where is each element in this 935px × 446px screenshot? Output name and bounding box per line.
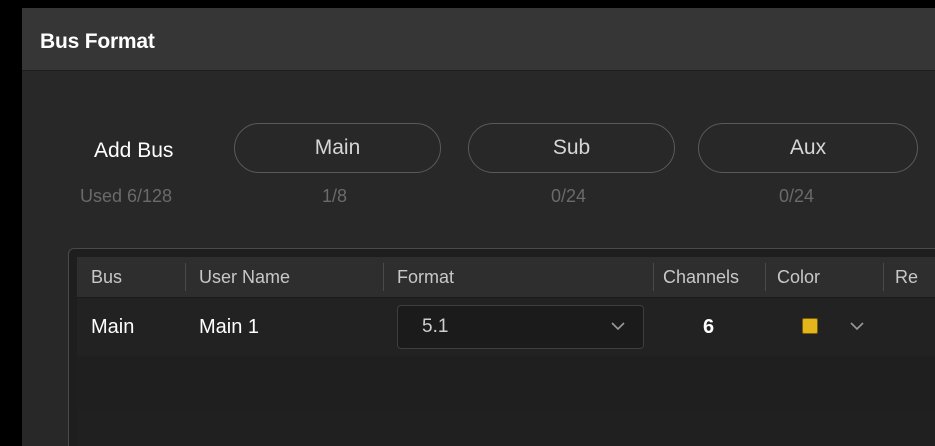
bus-usage-total: Used 6/128: [80, 186, 173, 206]
column-header-re[interactable]: Re: [895, 257, 918, 297]
column-divider[interactable]: [883, 263, 884, 291]
chevron-down-icon: [611, 322, 625, 331]
main-bus-count: 1/8: [322, 186, 348, 206]
channels-cell: 6: [703, 316, 715, 338]
format-value: 5.1: [422, 316, 449, 337]
format-dropdown[interactable]: 5.1: [397, 305, 644, 349]
sub-bus-count: 0/24: [551, 186, 587, 206]
color-swatch[interactable]: [802, 318, 818, 334]
empty-table-row: [77, 356, 935, 412]
column-divider[interactable]: [653, 263, 654, 291]
column-header-color[interactable]: Color: [777, 257, 820, 297]
add-main-bus-button[interactable]: Main: [234, 123, 441, 173]
bus-format-dialog: Bus Format Add Bus Used 6/128 Main Sub A…: [22, 8, 935, 446]
table-row[interactable]: Main Main 1 5.1 6: [77, 298, 935, 356]
table-header: Bus User Name Format Channels Color Re: [77, 257, 935, 298]
column-divider[interactable]: [185, 263, 186, 291]
add-bus-label: Add Bus: [94, 139, 174, 162]
column-header-bus[interactable]: Bus: [91, 257, 122, 297]
column-header-format[interactable]: Format: [397, 257, 454, 297]
bus-table: Bus User Name Format Channels Color Re M…: [77, 257, 935, 446]
add-sub-bus-button[interactable]: Sub: [468, 123, 675, 173]
bus-cell: Main: [91, 316, 135, 338]
dialog-title: Bus Format: [40, 30, 155, 53]
column-header-user-name[interactable]: User Name: [199, 257, 290, 297]
column-divider[interactable]: [765, 263, 766, 291]
user-name-cell[interactable]: Main 1: [199, 298, 259, 356]
column-divider[interactable]: [383, 263, 384, 291]
bus-table-frame: Bus User Name Format Channels Color Re M…: [68, 248, 935, 446]
column-header-channels[interactable]: Channels: [663, 257, 739, 297]
add-aux-bus-button[interactable]: Aux: [698, 123, 918, 173]
aux-bus-count: 0/24: [779, 186, 815, 206]
title-bar: Bus Format: [22, 8, 935, 71]
chevron-down-icon[interactable]: [849, 320, 865, 332]
